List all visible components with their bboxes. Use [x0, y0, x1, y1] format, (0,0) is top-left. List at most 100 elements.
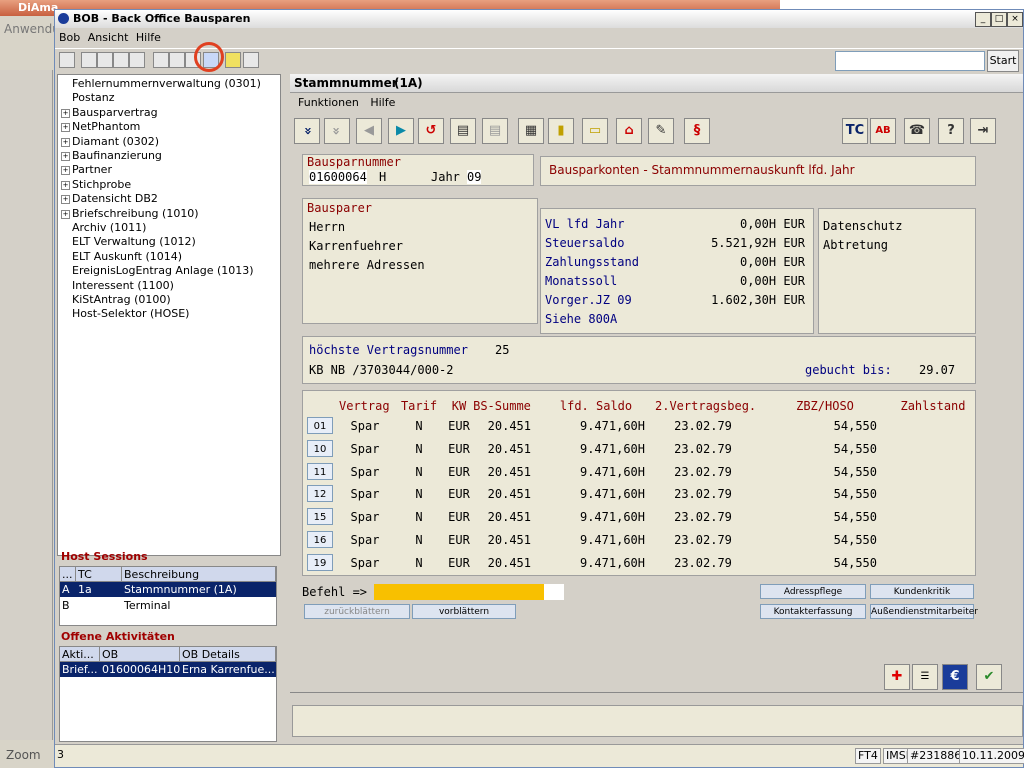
aussendienstmitarbeiter-button[interactable]: Außendienstmitarbeiter: [870, 604, 978, 619]
tree-item[interactable]: ELT Verwaltung (1012): [72, 235, 196, 248]
jahr-field[interactable]: 09: [467, 170, 482, 184]
x-icon[interactable]: [81, 52, 97, 68]
grid-cell[interactable]: Brief...: [60, 662, 100, 677]
prev-icon[interactable]: [113, 52, 129, 68]
grid-header[interactable]: OB Details: [180, 647, 276, 662]
row-select-button[interactable]: 10: [307, 439, 333, 457]
adresspflege-button[interactable]: Adresspflege: [760, 584, 866, 599]
paragraph-icon[interactable]: §: [684, 118, 710, 144]
tree-item[interactable]: Stichprobe: [72, 178, 131, 191]
maximize-button[interactable]: □: [991, 12, 1007, 27]
euro-icon[interactable]: €: [942, 664, 968, 690]
close-button[interactable]: ×: [1007, 12, 1023, 27]
tree-item[interactable]: NetPhantom: [72, 120, 140, 133]
globe-icon[interactable]: [169, 52, 185, 68]
telephone-icon[interactable]: ☎: [904, 118, 930, 144]
command-input[interactable]: [374, 584, 544, 600]
row-select-button[interactable]: 15: [307, 508, 333, 526]
menu-bob[interactable]: Bob: [59, 29, 80, 47]
double-chevron-up-icon[interactable]: «: [324, 118, 350, 144]
grid-cell[interactable]: 01600064H10: [100, 662, 180, 677]
phone-file-icon[interactable]: ▦: [518, 118, 544, 144]
exit-app-icon[interactable]: [59, 52, 75, 68]
expand-icon[interactable]: +: [61, 137, 70, 147]
row-select-button[interactable]: 11: [307, 462, 333, 480]
house-icon[interactable]: ⌂: [616, 118, 642, 144]
grid-cell[interactable]: Erna Karrenfue...: [180, 662, 276, 677]
menu-hilfe[interactable]: Hilfe: [136, 29, 161, 47]
tree-item[interactable]: Postanz: [72, 91, 115, 104]
tree-item[interactable]: Baufinanzierung: [72, 149, 162, 162]
expand-icon[interactable]: +: [61, 195, 70, 205]
tree-item[interactable]: ELT Auskunft (1014): [72, 250, 182, 263]
table-cell: Spar: [350, 464, 380, 479]
grid-cell[interactable]: Stammnummer (1A): [122, 582, 276, 597]
expand-icon[interactable]: +: [61, 180, 70, 190]
tree-item[interactable]: Host-Selektor (HOSE): [72, 307, 189, 320]
tree-item[interactable]: EreignisLogEntrag Anlage (1013): [72, 264, 254, 277]
row-select-button[interactable]: 01: [307, 417, 333, 434]
background-menu[interactable]: Anwendu: [4, 22, 60, 36]
menu-ansicht[interactable]: Ansicht: [88, 29, 129, 47]
grid-cell[interactable]: 1a: [76, 582, 122, 597]
tree-item[interactable]: Diamant (0302): [72, 135, 159, 148]
next-icon[interactable]: [129, 52, 145, 68]
grid-cell[interactable]: B: [60, 598, 76, 613]
tree-item[interactable]: KiStAntrag (0100): [72, 293, 171, 306]
swiss-cross-icon[interactable]: ✚: [884, 664, 910, 690]
tree-item[interactable]: Briefschreibung (1010): [72, 207, 199, 220]
checkmark-icon[interactable]: ✔: [976, 664, 1002, 690]
row-select-button[interactable]: 19: [307, 553, 333, 571]
exit-icon[interactable]: ⇥: [970, 118, 996, 144]
tree-item[interactable]: Archiv (1011): [72, 221, 146, 234]
ab-icon[interactable]: AB: [870, 118, 896, 144]
kundenkritik-button[interactable]: Kundenkritik: [870, 584, 974, 599]
grid-header[interactable]: ...: [60, 567, 76, 582]
row-select-button[interactable]: 16: [307, 531, 333, 548]
expand-icon[interactable]: +: [61, 166, 70, 176]
minimize-button[interactable]: _: [975, 12, 991, 27]
tree-item[interactable]: Partner: [72, 163, 112, 176]
bausparnummer-field[interactable]: 01600064: [309, 170, 367, 184]
grid-icon[interactable]: [243, 52, 259, 68]
tree-item[interactable]: Fehlernummernverwaltung (0301): [72, 77, 261, 90]
document-edit-icon[interactable]: ✎: [648, 118, 674, 144]
forward-page-button[interactable]: vorblättern: [412, 604, 516, 619]
grid-header[interactable]: Akti...: [60, 647, 100, 662]
expand-icon[interactable]: +: [61, 108, 70, 118]
undo-icon[interactable]: ↺: [418, 118, 444, 144]
help-icon[interactable]: ?: [938, 118, 964, 144]
tree-item[interactable]: Interessent (1100): [72, 279, 174, 292]
tree-item[interactable]: Datensicht DB2: [72, 192, 158, 205]
grid-cell[interactable]: A: [60, 582, 76, 597]
back-page-button[interactable]: zurückblättern: [304, 604, 410, 619]
start-button[interactable]: Start: [987, 50, 1019, 72]
menu-funktionen[interactable]: Funktionen: [298, 96, 359, 109]
menu-hilfe-panel[interactable]: Hilfe: [370, 96, 395, 109]
tools-icon[interactable]: [153, 52, 169, 68]
row-select-button[interactable]: 12: [307, 485, 333, 503]
tree-item[interactable]: Bausparvertrag: [72, 106, 158, 119]
form-icon[interactable]: ☰: [912, 664, 938, 690]
tc-icon[interactable]: TC: [842, 118, 868, 144]
arrow-left-icon[interactable]: ◀: [356, 118, 382, 144]
folder-icon[interactable]: ▭: [582, 118, 608, 144]
table-cell: 20.451: [487, 555, 531, 570]
grid-header[interactable]: OB: [100, 647, 180, 662]
book-icon[interactable]: ▤: [450, 118, 476, 144]
arrow-right-icon[interactable]: ▶: [388, 118, 414, 144]
square-icon[interactable]: [97, 52, 113, 68]
grid-cell[interactable]: Terminal: [122, 598, 276, 613]
message-icon[interactable]: [225, 52, 241, 68]
grid-cell[interactable]: [76, 598, 122, 613]
card-icon[interactable]: ▮: [548, 118, 574, 144]
expand-icon[interactable]: +: [61, 152, 70, 161]
search-input[interactable]: [835, 51, 985, 71]
grid-header[interactable]: Beschreibung: [122, 567, 276, 582]
book-gray-icon[interactable]: ▤: [482, 118, 508, 144]
expand-icon[interactable]: +: [61, 123, 70, 133]
double-chevron-down-icon[interactable]: »: [294, 118, 320, 144]
kontakterfassung-button[interactable]: Kontakterfassung: [760, 604, 866, 619]
expand-icon[interactable]: +: [61, 209, 70, 219]
grid-header[interactable]: TC: [76, 567, 122, 582]
